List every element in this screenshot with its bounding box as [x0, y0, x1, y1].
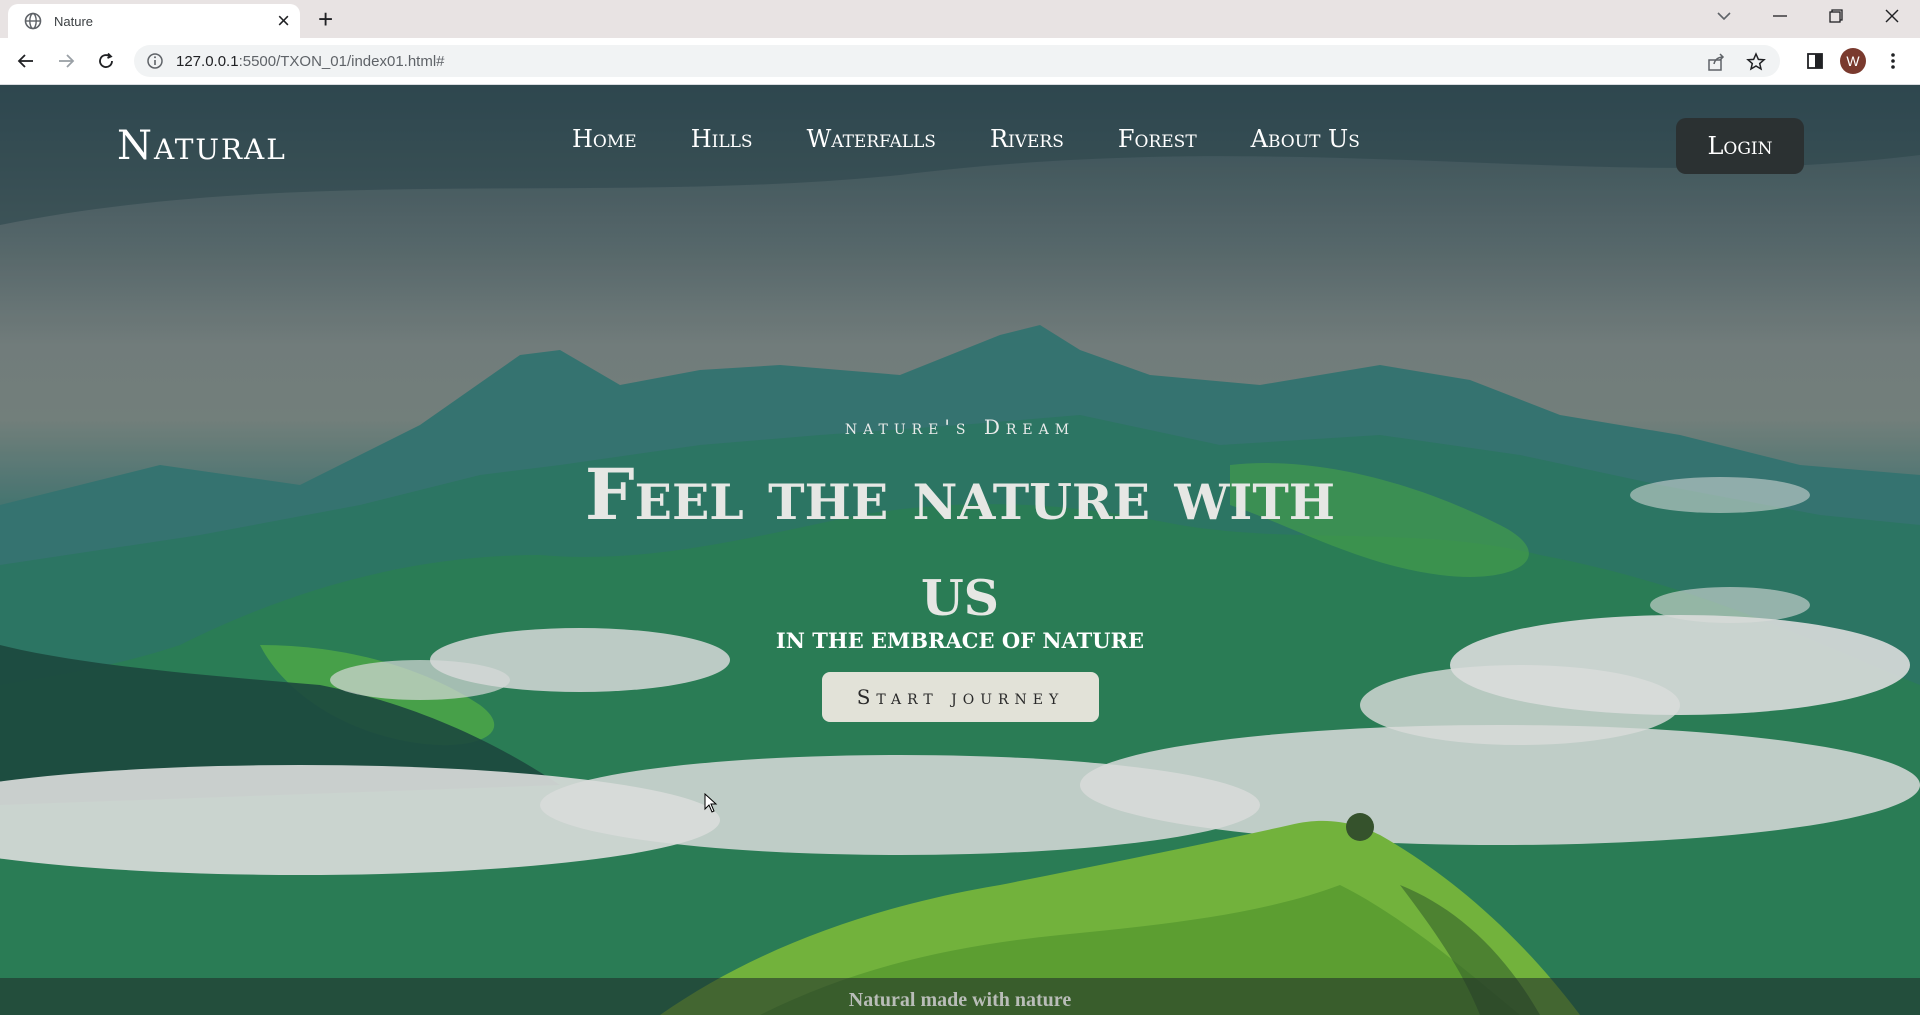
tab-search-icon[interactable] — [1696, 0, 1752, 32]
hero-kicker: nature's Dream — [844, 415, 1076, 439]
hero-section: Natural Home Hills Waterfalls Rivers For… — [0, 85, 1920, 1015]
footer-text: Natural made with nature — [848, 989, 1072, 1011]
nav-waterfalls[interactable]: Waterfalls — [807, 125, 936, 153]
url-path: :5500/TXON_01/index01.html# — [238, 52, 445, 70]
address-bar[interactable]: 127.0.0.1:5500/TXON_01/index01.html# — [134, 45, 1780, 77]
minimize-icon[interactable] — [1752, 0, 1808, 32]
nav-forest[interactable]: Forest — [1118, 125, 1197, 153]
profile-initial: W — [1840, 48, 1866, 74]
kebab-menu-icon[interactable] — [1878, 46, 1908, 76]
hero-subheading: IN THE EMBRACE OF NATURE — [775, 628, 1145, 653]
side-panel-icon[interactable] — [1800, 46, 1830, 76]
nav-hills[interactable]: Hills — [691, 125, 753, 153]
login-button[interactable]: Login — [1676, 118, 1804, 174]
forward-icon[interactable] — [51, 46, 81, 76]
back-icon[interactable] — [11, 46, 41, 76]
browser-tab-strip: Nature × + — [0, 0, 1920, 38]
close-tab-icon[interactable]: × — [277, 10, 290, 32]
tab-title: Nature — [54, 13, 94, 29]
browser-toolbar: 127.0.0.1:5500/TXON_01/index01.html# W — [0, 38, 1920, 85]
nav-home[interactable]: Home — [572, 125, 637, 153]
share-icon[interactable] — [1706, 52, 1726, 72]
mouse-cursor-icon — [704, 793, 718, 813]
nav-about-us[interactable]: About Us — [1251, 125, 1360, 153]
main-navigation: Home Hills Waterfalls Rivers Forest Abou… — [572, 125, 1414, 153]
site-info-icon[interactable] — [146, 52, 164, 70]
browser-tab[interactable]: Nature × — [8, 4, 300, 38]
restore-icon[interactable] — [1808, 0, 1864, 32]
bookmark-star-icon[interactable] — [1746, 52, 1766, 72]
url-host: 127.0.0.1 — [176, 52, 239, 70]
reload-icon[interactable] — [91, 46, 121, 76]
url-text: 127.0.0.1:5500/TXON_01/index01.html# — [176, 53, 445, 70]
nav-rivers[interactable]: Rivers — [990, 125, 1064, 153]
close-window-icon[interactable] — [1864, 0, 1920, 32]
hero-headline: Feel the nature with us — [584, 453, 1336, 632]
new-tab-icon[interactable]: + — [318, 4, 333, 34]
footer-bar: Natural made with nature — [0, 978, 1920, 1015]
start-journey-button[interactable]: Start journey — [822, 672, 1099, 722]
globe-icon — [24, 12, 42, 30]
profile-avatar[interactable]: W — [1838, 46, 1868, 76]
site-logo[interactable]: Natural — [117, 123, 287, 169]
